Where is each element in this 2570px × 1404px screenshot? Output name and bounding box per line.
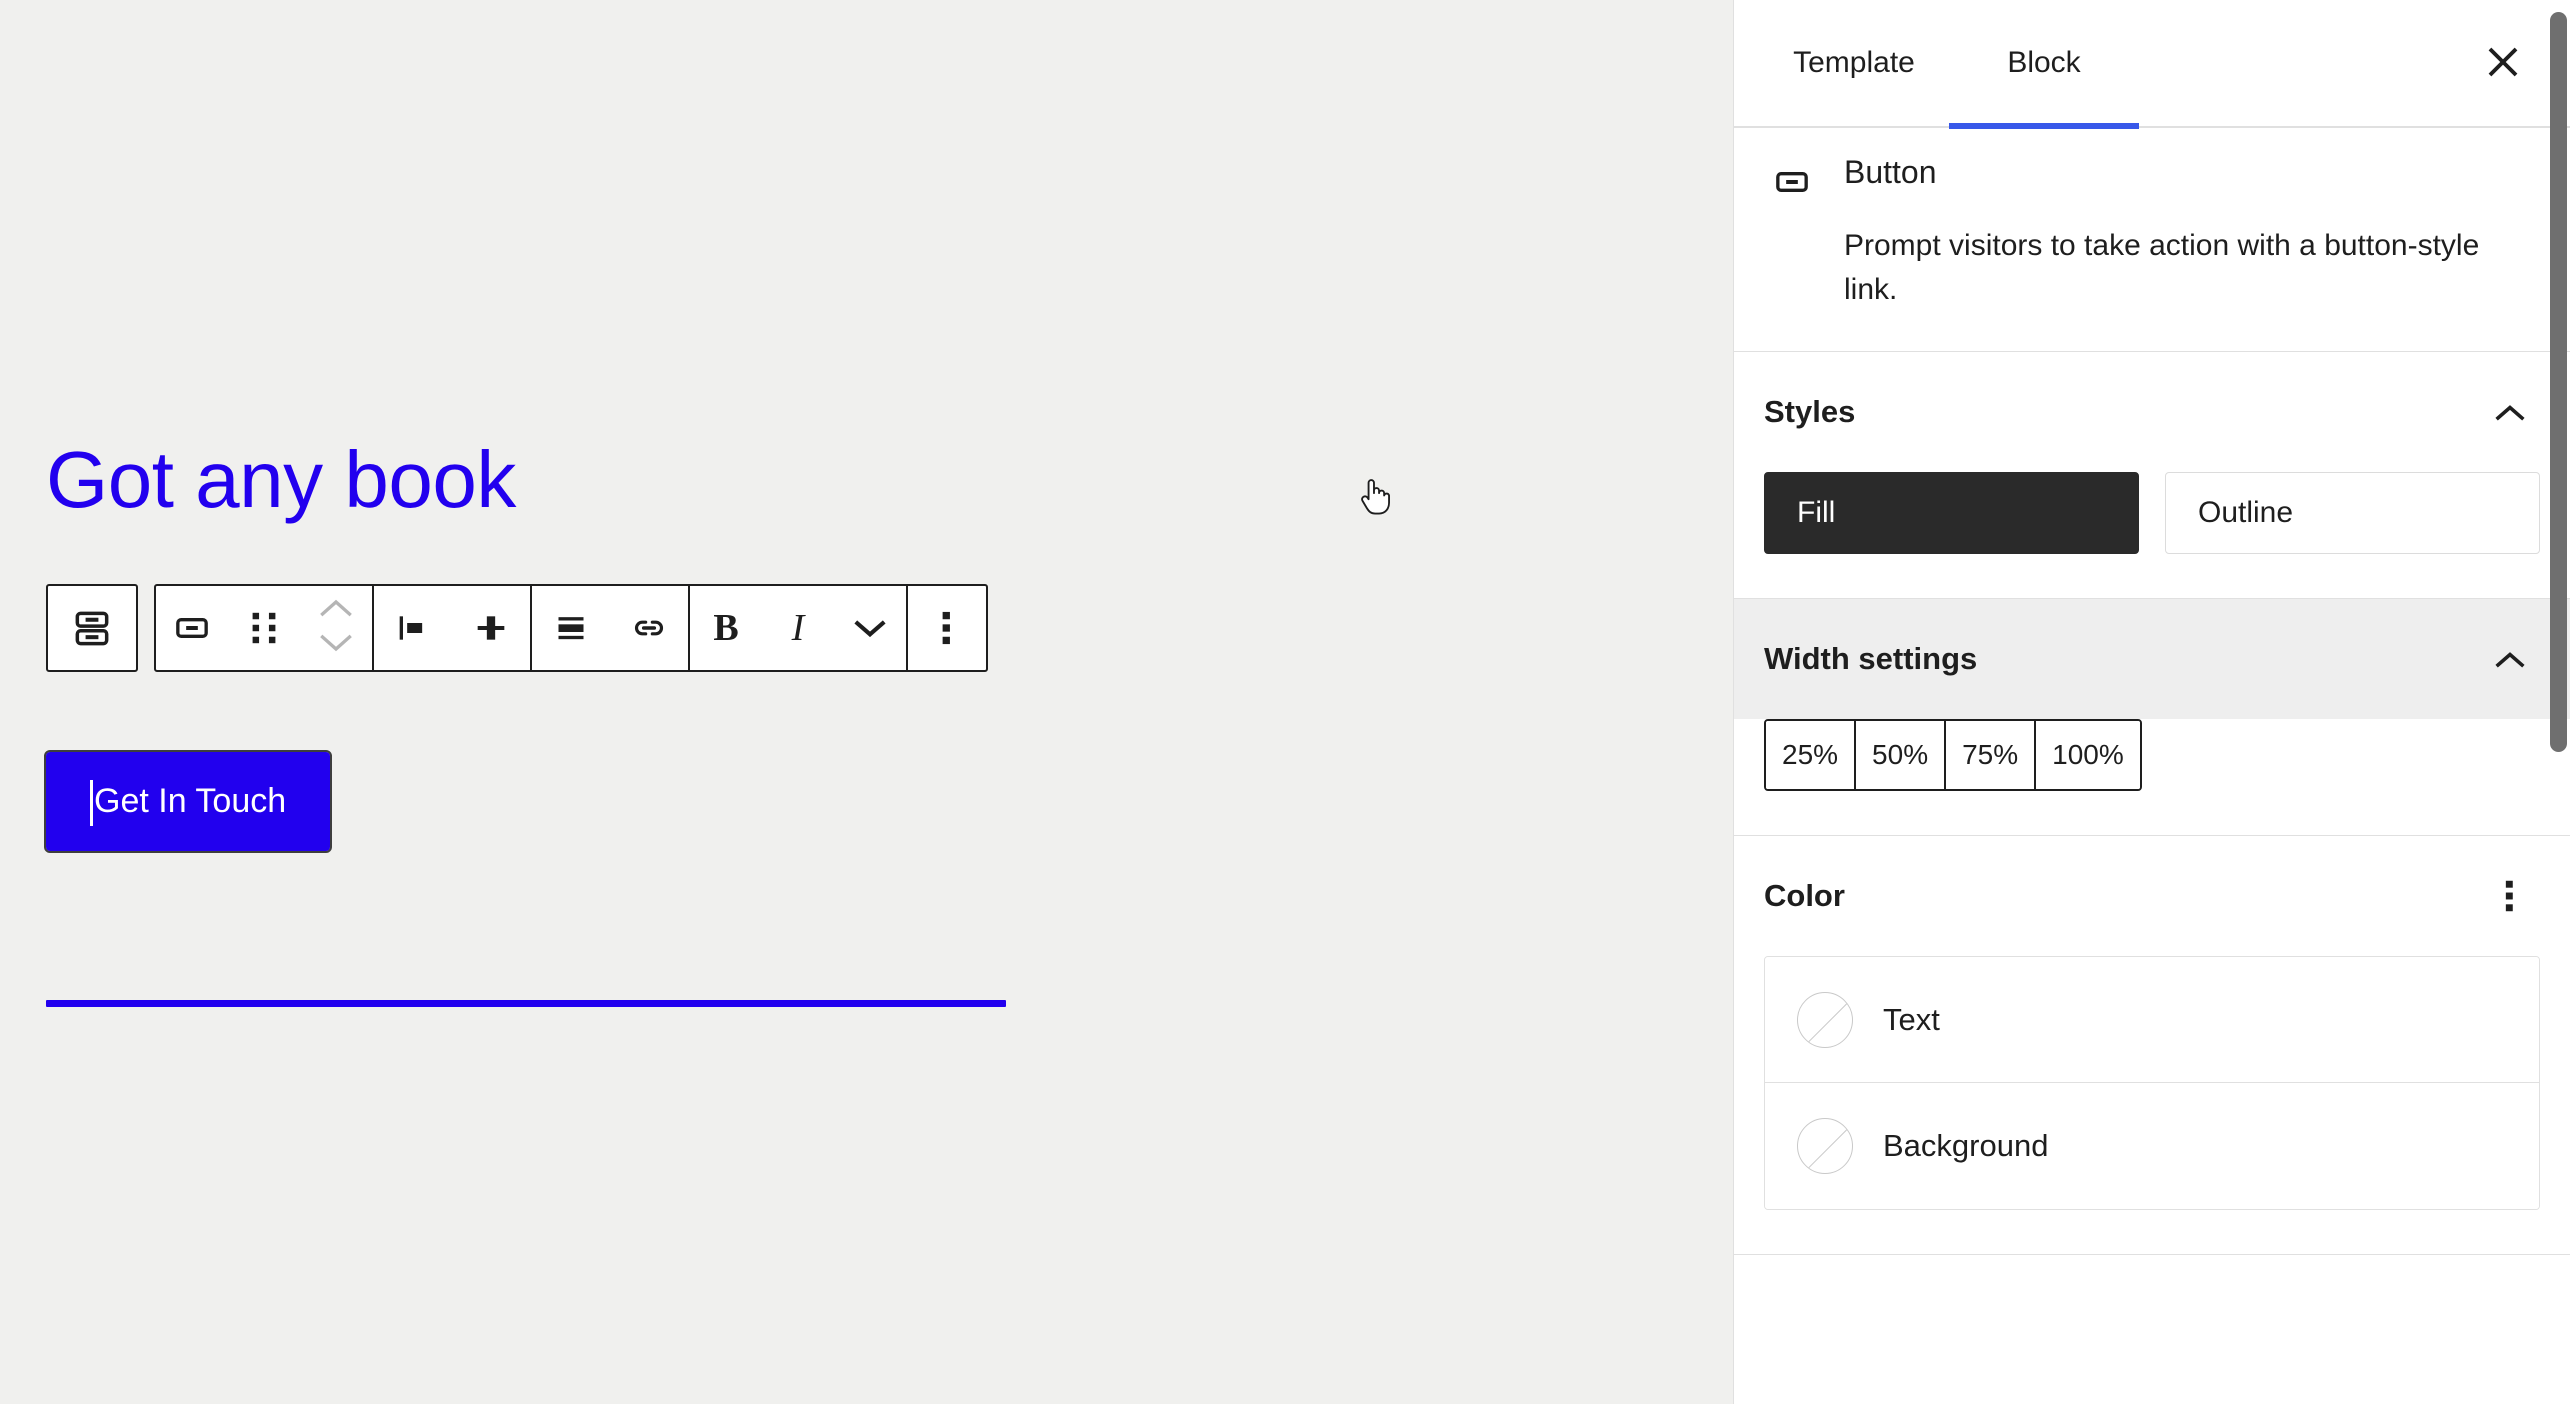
block-summary-header: Button xyxy=(1770,152,2534,204)
italic-button[interactable]: I xyxy=(762,586,834,670)
color-swatch-none-icon xyxy=(1797,1118,1853,1174)
text-align-center-icon xyxy=(551,608,591,648)
buttons-stack-icon xyxy=(70,606,114,650)
chevron-up-icon[interactable] xyxy=(318,597,354,624)
button-icon xyxy=(1770,160,1814,204)
block-type-button[interactable] xyxy=(156,586,228,670)
color-row-background[interactable]: Background xyxy=(1765,1083,2539,1209)
bold-button[interactable]: B xyxy=(690,586,762,670)
italic-icon: I xyxy=(791,607,805,649)
align-left-icon xyxy=(393,608,433,648)
settings-sidebar: Template Block Button Prompt visitors to… xyxy=(1733,0,2570,1404)
style-variation-group: Fill Outline xyxy=(1764,472,2540,554)
close-sidebar-button[interactable] xyxy=(2474,34,2532,92)
color-options-list: Text Background xyxy=(1764,956,2540,1210)
panel-width-settings-body: 25% 50% 75% 100% xyxy=(1734,719,2570,835)
link-icon xyxy=(629,608,669,648)
three-dots-vertical-icon xyxy=(940,609,954,647)
toolbar-group-align xyxy=(374,586,532,670)
chevron-down-icon xyxy=(851,616,889,640)
block-description: Prompt visitors to take action with a bu… xyxy=(1844,229,2480,306)
more-rich-text-button[interactable] xyxy=(834,586,906,670)
toolbar-group-block xyxy=(156,586,374,670)
toolbar-parent-island xyxy=(46,584,138,672)
color-row-label: Text xyxy=(1883,1001,1940,1037)
block-toolbar[interactable]: B I xyxy=(46,584,988,672)
panel-color-body: Text Background xyxy=(1734,956,2570,1254)
separator-block[interactable] xyxy=(46,1000,1006,1007)
toolbar-group-parent xyxy=(48,586,136,670)
chevron-up-icon[interactable] xyxy=(2486,635,2534,683)
panel-width-settings: Width settings 25% 50% 75% 100% xyxy=(1734,599,2570,836)
toolbar-group-options xyxy=(908,586,986,670)
chevron-down-icon[interactable] xyxy=(318,632,354,659)
color-row-label: Background xyxy=(1883,1128,2049,1163)
width-percentage-group: 25% 50% 75% 100% xyxy=(1764,719,2142,791)
width-option-100[interactable]: 100% xyxy=(2036,721,2140,789)
bold-icon: B xyxy=(713,607,739,649)
panel-styles-header[interactable]: Styles xyxy=(1734,352,2570,472)
chevron-up-icon[interactable] xyxy=(2486,388,2534,436)
panel-styles-body: Fill Outline xyxy=(1734,472,2570,598)
tab-block[interactable]: Block xyxy=(1949,0,2139,129)
editor-canvas[interactable]: Got any book B I Get In Touch xyxy=(0,0,1733,1404)
panel-width-settings-title: Width settings xyxy=(1764,641,1978,676)
toolbar-main-island: B I xyxy=(154,584,988,672)
width-option-25[interactable]: 25% xyxy=(1766,721,1857,789)
block-options-button[interactable] xyxy=(908,586,986,670)
button-block[interactable]: Get In Touch xyxy=(43,750,333,853)
drag-handle-button[interactable] xyxy=(228,586,300,670)
block-mover[interactable] xyxy=(300,586,372,670)
link-button[interactable] xyxy=(610,586,688,670)
align-center-button[interactable] xyxy=(452,586,530,670)
sidebar-scrollbar-thumb[interactable] xyxy=(2550,12,2567,752)
block-title: Button xyxy=(1844,154,1937,190)
panel-width-settings-header[interactable]: Width settings xyxy=(1734,599,2570,719)
page-heading[interactable]: Got any book xyxy=(46,440,516,520)
align-left-button[interactable] xyxy=(374,586,452,670)
toolbar-group-text xyxy=(532,586,690,670)
style-option-outline[interactable]: Outline xyxy=(2165,472,2540,554)
text-caret xyxy=(90,780,93,826)
panel-color-header: Color xyxy=(1734,836,2570,956)
block-summary-card: Button Prompt visitors to take action wi… xyxy=(1734,128,2570,352)
sidebar-scrollbar[interactable] xyxy=(2548,0,2570,1404)
select-parent-buttons-block-button[interactable] xyxy=(48,586,136,670)
align-center-icon xyxy=(471,608,511,648)
color-row-text[interactable]: Text xyxy=(1765,957,2539,1083)
panel-styles: Styles Fill Outline xyxy=(1734,352,2570,599)
sidebar-tabs: Template Block xyxy=(1734,0,2570,129)
panel-color: Color Text Background xyxy=(1734,836,2570,1255)
get-in-touch-button[interactable]: Get In Touch xyxy=(43,750,333,853)
panel-styles-title: Styles xyxy=(1764,394,1856,429)
width-option-75[interactable]: 75% xyxy=(1946,721,2037,789)
three-dots-vertical-icon[interactable] xyxy=(2486,872,2534,920)
drag-dots-icon xyxy=(247,609,281,647)
tab-template[interactable]: Template xyxy=(1759,0,1949,127)
color-swatch-none-icon xyxy=(1797,991,1853,1048)
style-option-fill[interactable]: Fill xyxy=(1764,472,2139,554)
width-option-50[interactable]: 50% xyxy=(1856,721,1947,789)
toolbar-group-format: B I xyxy=(690,586,908,670)
button-label: Get In Touch xyxy=(94,782,287,820)
button-icon xyxy=(172,608,212,648)
close-icon xyxy=(2483,42,2523,85)
panel-color-title: Color xyxy=(1764,878,1845,913)
text-align-button[interactable] xyxy=(532,586,610,670)
